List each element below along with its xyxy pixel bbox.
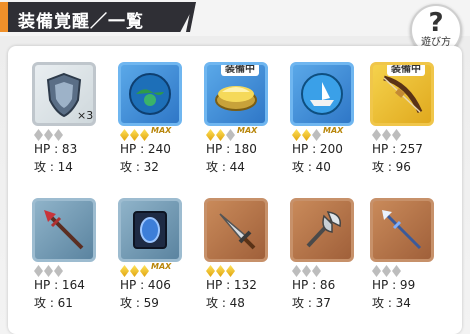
equipment-icon-frame[interactable]: ×3 (32, 62, 96, 126)
gem-icon (130, 129, 139, 141)
gem-icon (216, 129, 225, 141)
max-badge: MAX (323, 126, 344, 135)
equipment-icon-frame[interactable] (290, 62, 354, 126)
awakening-gems (34, 126, 64, 141)
awakening-gems: MAX (206, 126, 258, 141)
equipment-grid-panel: ×3 HP : 83 攻 : 14 MAX HP : 240 攻 : 32 装備中 MAX HP… (8, 46, 462, 334)
hp-stat: HP : 257 (372, 142, 423, 156)
gem-icon (392, 265, 401, 277)
hp-stat: HP : 99 (372, 278, 416, 292)
equipment-icon-frame[interactable] (204, 198, 268, 262)
gem-icon (226, 265, 235, 277)
equipment-icon-frame[interactable]: 装備中 (370, 62, 434, 126)
hp-stat: HP : 180 (206, 142, 257, 156)
awakening-gems (372, 262, 402, 277)
max-badge: MAX (237, 126, 258, 135)
awakening-gems: MAX (292, 126, 344, 141)
gem-icon (302, 265, 311, 277)
equipment-card[interactable]: MAX HP : 406 攻 : 59 (118, 198, 198, 320)
gem-icon (226, 129, 235, 141)
attack-stat: 攻 : 34 (372, 296, 411, 310)
title-accent (0, 2, 8, 32)
gem-icon (54, 129, 63, 141)
equipment-card[interactable]: ×3 HP : 83 攻 : 14 (32, 62, 112, 184)
gem-icon (130, 265, 139, 277)
gem-icon (382, 129, 391, 141)
equipment-card[interactable]: HP : 164 攻 : 61 (32, 198, 112, 320)
awakening-gems (372, 126, 402, 141)
equipment-icon-frame[interactable]: 装備中 (204, 62, 268, 126)
attack-stat: 攻 : 32 (120, 160, 159, 174)
equipment-card[interactable]: MAX HP : 200 攻 : 40 (290, 62, 370, 184)
hp-stat: HP : 83 (34, 142, 78, 156)
gem-icon (140, 265, 149, 277)
hp-stat: HP : 240 (120, 142, 171, 156)
equipped-badge: 装備中 (387, 65, 425, 76)
max-badge: MAX (151, 262, 172, 271)
awakening-gems: MAX (120, 126, 172, 141)
gem-icon (44, 129, 53, 141)
awakening-gems (206, 262, 236, 277)
attack-stat: 攻 : 59 (120, 296, 159, 310)
gem-icon (206, 129, 215, 141)
gem-icon (312, 265, 321, 277)
gem-icon (382, 265, 391, 277)
question-mark-icon: ? (428, 8, 444, 38)
attack-stat: 攻 : 48 (206, 296, 245, 310)
gem-icon (120, 265, 129, 277)
equipment-icon-frame[interactable] (32, 198, 96, 262)
awakening-gems: MAX (120, 262, 172, 277)
awakening-gems (34, 262, 64, 277)
gem-icon (392, 129, 401, 141)
equipment-icon-frame[interactable] (118, 198, 182, 262)
hp-stat: HP : 164 (34, 278, 85, 292)
gem-icon (140, 129, 149, 141)
attack-stat: 攻 : 61 (34, 296, 73, 310)
equipment-icon-frame[interactable] (118, 62, 182, 126)
attack-stat: 攻 : 96 (372, 160, 411, 174)
equipment-card[interactable]: HP : 132 攻 : 48 (204, 198, 284, 320)
attack-stat: 攻 : 44 (206, 160, 245, 174)
page-title: 装備覚醒／一覧 (18, 12, 144, 32)
equipped-badge: 装備中 (221, 65, 259, 76)
gem-icon (292, 265, 301, 277)
gem-icon (34, 129, 43, 141)
awakening-gems (292, 262, 322, 277)
hp-stat: HP : 200 (292, 142, 343, 156)
equipment-icon-frame[interactable] (290, 198, 354, 262)
equipment-card[interactable]: HP : 99 攻 : 34 (370, 198, 450, 320)
gem-icon (302, 129, 311, 141)
equipment-icon-frame[interactable] (370, 198, 434, 262)
stack-count: ×3 (77, 109, 94, 122)
attack-stat: 攻 : 37 (292, 296, 331, 310)
gem-icon (372, 129, 381, 141)
gem-icon (292, 129, 301, 141)
hp-stat: HP : 132 (206, 278, 257, 292)
max-badge: MAX (151, 126, 172, 135)
attack-stat: 攻 : 14 (34, 160, 73, 174)
equipment-card[interactable]: 装備中 MAX HP : 180 攻 : 44 (204, 62, 284, 184)
attack-stat: 攻 : 40 (292, 160, 331, 174)
gem-icon (54, 265, 63, 277)
equipment-card[interactable]: 装備中 HP : 257 攻 : 96 (370, 62, 450, 184)
gem-icon (44, 265, 53, 277)
gem-icon (34, 265, 43, 277)
header-bar: 装備覚醒／一覧 (0, 0, 470, 36)
gem-icon (216, 265, 225, 277)
equipment-card[interactable]: HP : 86 攻 : 37 (290, 198, 370, 320)
gem-icon (312, 129, 321, 141)
equipment-card[interactable]: MAX HP : 240 攻 : 32 (118, 62, 198, 184)
gem-icon (120, 129, 129, 141)
gem-icon (206, 265, 215, 277)
hp-stat: HP : 86 (292, 278, 336, 292)
hp-stat: HP : 406 (120, 278, 171, 292)
gem-icon (372, 265, 381, 277)
